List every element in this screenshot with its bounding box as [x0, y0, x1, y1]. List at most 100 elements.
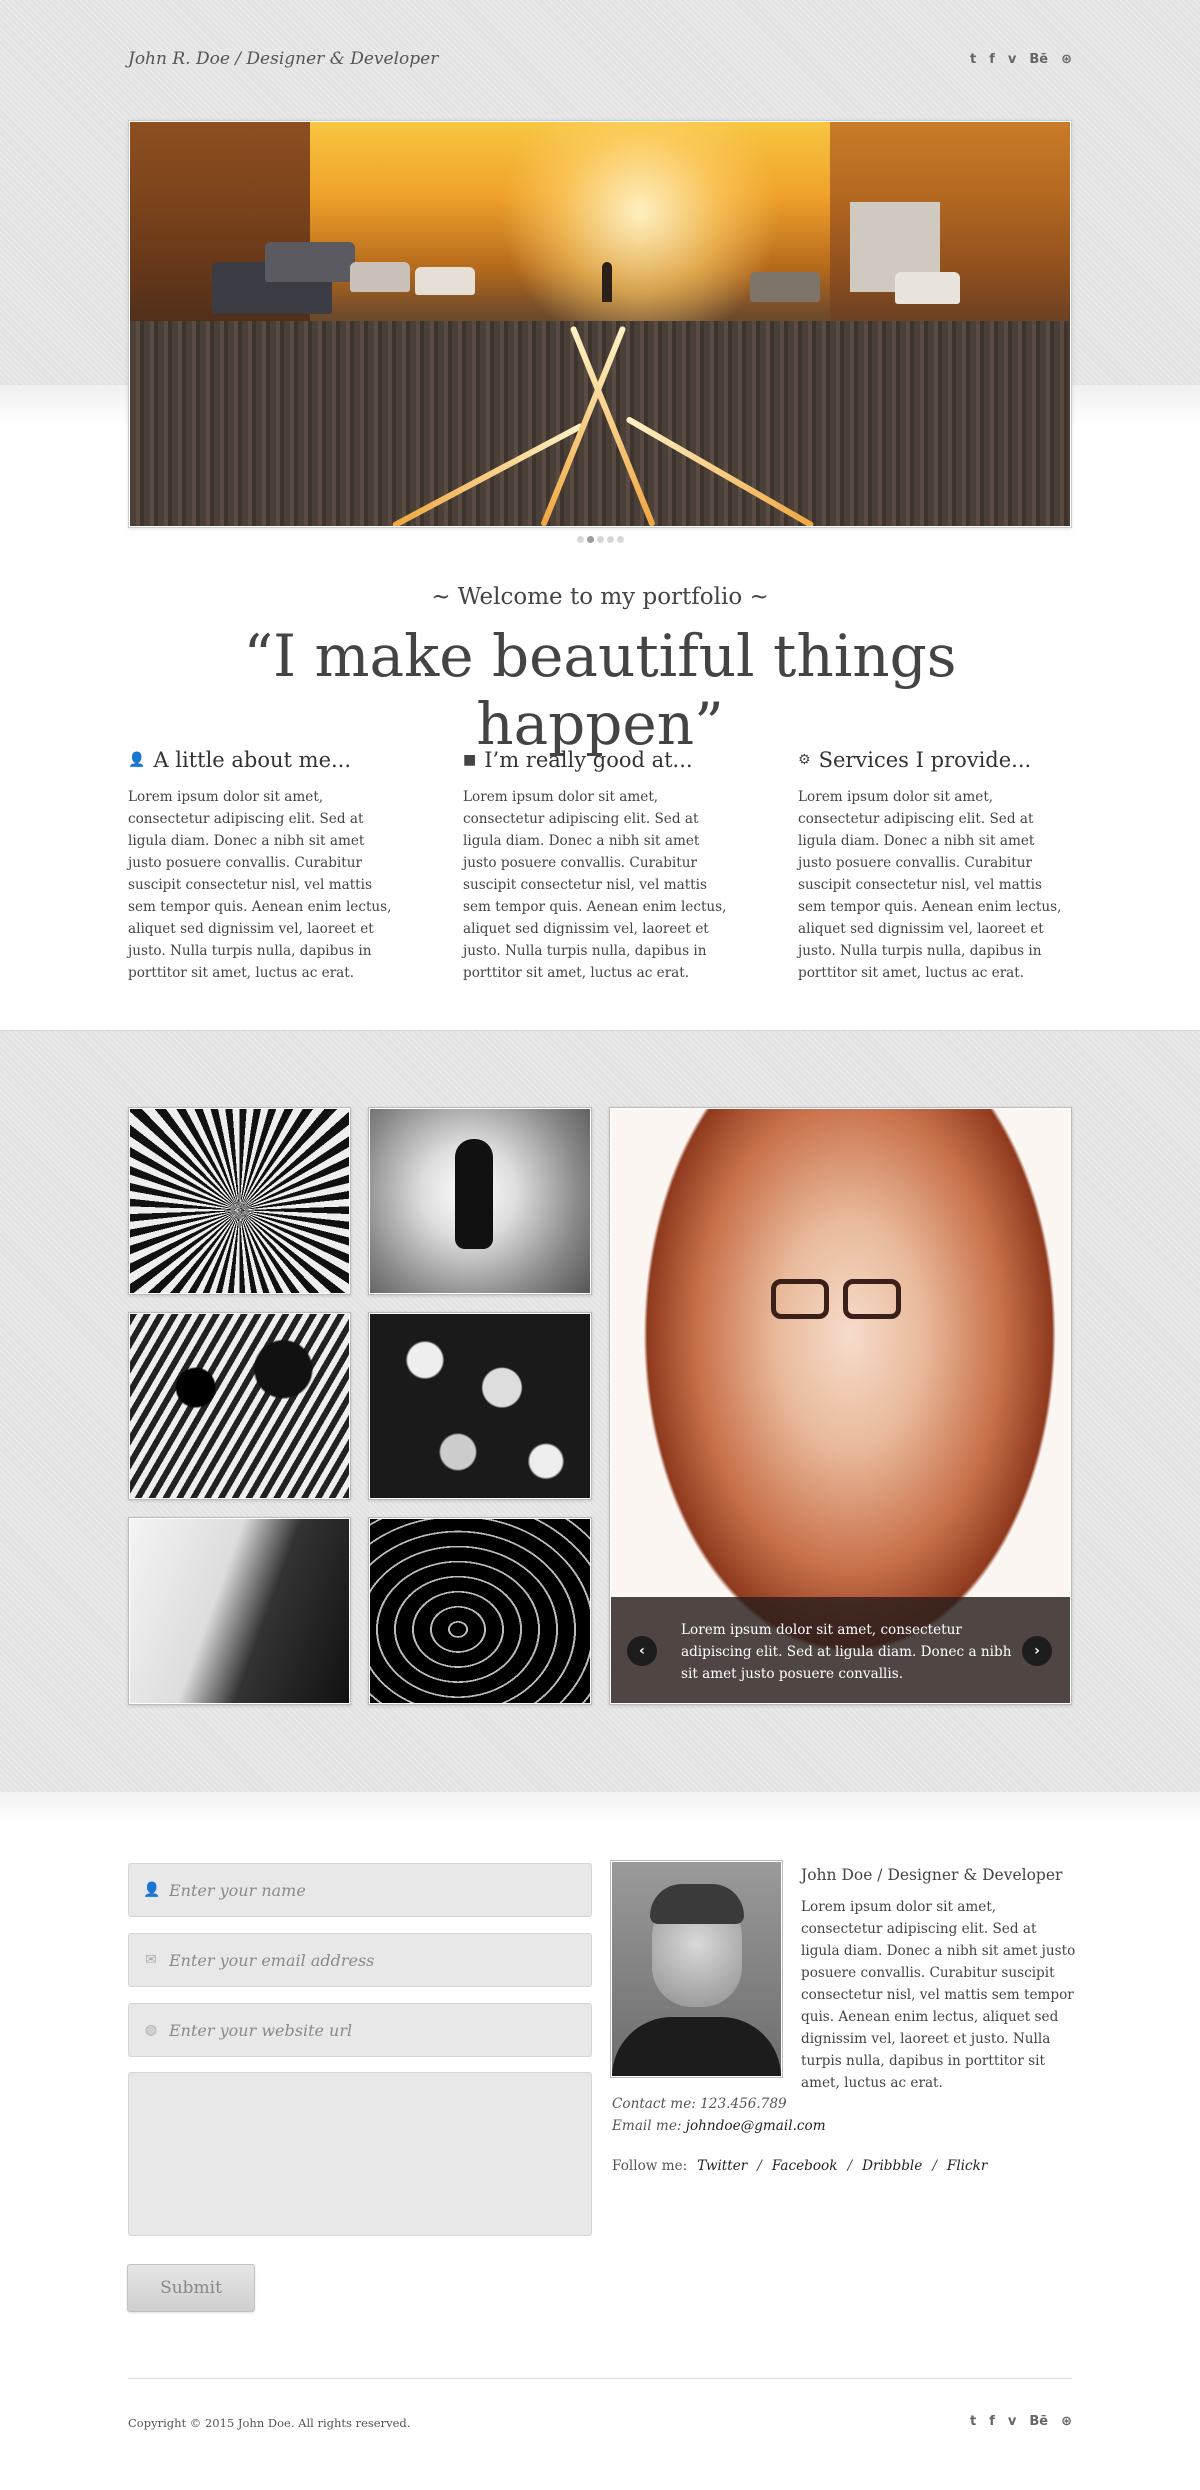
glasses-left — [771, 1279, 829, 1319]
column-text: Lorem ipsum dolor sit amet, consectetur … — [463, 789, 727, 981]
caption-text: Lorem ipsum dolor sit amet, consectetur … — [681, 1622, 1012, 1682]
slider-dot[interactable] — [596, 536, 604, 543]
name-input[interactable] — [169, 1880, 569, 1900]
contact-phone: Contact me: 123.456.789 — [612, 2096, 787, 2112]
column-services: ⚙ Services I provide... Lorem ipsum dolo… — [798, 748, 1071, 984]
thumb-image — [370, 1519, 590, 1703]
hero-car — [415, 267, 475, 295]
footer-social-links: t f v Bē ⊛ — [970, 2414, 1072, 2429]
hero-slider[interactable] — [128, 120, 1072, 528]
avatar-photo — [612, 1862, 781, 2076]
avatar-hair — [650, 1884, 744, 1924]
hero-car — [895, 272, 960, 304]
vimeo-icon[interactable]: v — [1008, 52, 1016, 67]
header-social-links: t f v Bē ⊛ — [970, 52, 1072, 67]
behance-icon[interactable]: Bē — [1029, 2414, 1048, 2429]
comment-icon: ■ — [463, 752, 477, 768]
dribbble-icon[interactable]: ⊛ — [1061, 2414, 1072, 2429]
hero-car — [265, 242, 355, 282]
feature-caption: ‹ Lorem ipsum dolor sit amet, consectetu… — [611, 1597, 1070, 1703]
email-input[interactable] — [169, 1950, 569, 1970]
column-heading: 👤 A little about me... — [128, 748, 401, 772]
contact-email: Email me: johndoe@gmail.com — [612, 2118, 826, 2134]
contact-email-link[interactable]: johndoe@gmail.com — [686, 2118, 826, 2134]
follow-dribbble-link[interactable]: Dribbble — [862, 2158, 922, 2174]
thumb-image — [370, 1109, 590, 1293]
avatar-body — [612, 2017, 781, 2076]
envelope-icon: ✉ — [145, 1952, 157, 1968]
name-field: 👤 — [128, 1863, 592, 1917]
column-title: A little about me... — [153, 748, 352, 772]
website-input[interactable] — [169, 2020, 569, 2040]
silhouette — [455, 1139, 493, 1249]
follow-facebook-link[interactable]: Facebook — [772, 2158, 838, 2174]
user-icon: 👤 — [128, 752, 146, 768]
thumb-image — [130, 1314, 349, 1498]
bio-title: John Doe / Designer & Developer — [801, 1866, 1063, 1884]
column-about: 👤 A little about me... Lorem ipsum dolor… — [128, 748, 401, 984]
twitter-icon[interactable]: t — [970, 2414, 976, 2429]
caption-prev-button[interactable]: ‹ — [627, 1636, 657, 1666]
email-field: ✉ — [128, 1933, 592, 1987]
column-title: Services I provide... — [818, 748, 1032, 772]
gallery-thumb-portrait[interactable] — [128, 1517, 351, 1705]
hero-person — [602, 262, 612, 302]
gallery-thumb-bubbles[interactable] — [368, 1312, 592, 1500]
intro-subtitle: ~ Welcome to my portfolio ~ — [431, 584, 769, 610]
caption-next-button[interactable]: › — [1022, 1636, 1052, 1666]
gallery-thumb-lights[interactable] — [368, 1517, 592, 1705]
glasses-right — [843, 1279, 901, 1319]
submit-button[interactable]: Submit — [127, 2264, 255, 2312]
follow-flickr-link[interactable]: Flickr — [947, 2158, 987, 2174]
message-textarea[interactable] — [128, 2072, 592, 2236]
footer-divider — [128, 2378, 1072, 2379]
user-icon: 👤 — [143, 1882, 161, 1898]
column-title: I’m really good at... — [484, 748, 693, 772]
slider-dot[interactable] — [616, 536, 624, 543]
twitter-icon[interactable]: t — [970, 52, 976, 67]
gallery-section: ‹ Lorem ipsum dolor sit amet, consectetu… — [0, 1030, 1200, 1822]
slider-dot-active[interactable] — [586, 536, 594, 543]
thumb-image — [130, 1519, 349, 1703]
column-text: Lorem ipsum dolor sit amet, consectetur … — [798, 789, 1062, 981]
avatar — [610, 1860, 783, 2078]
facebook-icon[interactable]: f — [989, 52, 995, 67]
feature-image: ‹ Lorem ipsum dolor sit amet, consectetu… — [611, 1109, 1070, 1703]
hero-car — [350, 262, 410, 292]
intro-quote: “I make beautiful things happen” — [243, 622, 957, 758]
contact-email-label: Email me: — [612, 2118, 686, 2134]
hero-tracks — [130, 321, 1070, 526]
vimeo-icon[interactable]: v — [1008, 2414, 1016, 2429]
follow-label: Follow me: — [612, 2158, 688, 2174]
gallery-thumb-jump[interactable] — [368, 1107, 592, 1295]
dribbble-icon[interactable]: ⊛ — [1061, 52, 1072, 67]
hero-car — [750, 272, 820, 302]
column-heading: ⚙ Services I provide... — [798, 748, 1071, 772]
separator: / — [847, 2158, 853, 2174]
column-text: Lorem ipsum dolor sit amet, consectetur … — [128, 789, 392, 981]
column-heading: ■ I’m really good at... — [463, 748, 736, 772]
thumb-image — [370, 1314, 590, 1498]
gallery-thumb-splatter[interactable] — [128, 1312, 351, 1500]
facebook-icon[interactable]: f — [989, 2414, 995, 2429]
separator: / — [932, 2158, 937, 2174]
contact-phone-value: 123.456.789 — [700, 2096, 787, 2112]
gear-icon: ⚙ — [798, 752, 811, 768]
follow-twitter-link[interactable]: Twitter — [697, 2158, 747, 2174]
site-header: John R. Doe / Designer & Developer t f v… — [128, 44, 1072, 74]
gallery-feature[interactable]: ‹ Lorem ipsum dolor sit amet, consectetu… — [609, 1107, 1072, 1705]
copyright: Copyright © 2015 John Doe. All rights re… — [128, 2416, 411, 2430]
contact-phone-label: Contact me: — [612, 2096, 701, 2112]
thumb-image — [130, 1109, 349, 1293]
gallery-thumb-starburst[interactable] — [128, 1107, 351, 1295]
bio-text: Lorem ipsum dolor sit amet, consectetur … — [801, 1899, 1076, 2091]
column-skills: ■ I’m really good at... Lorem ipsum dolo… — [463, 748, 736, 984]
separator: / — [757, 2158, 762, 2174]
website-field: ◍ — [128, 2003, 592, 2057]
site-title[interactable]: John R. Doe / Designer & Developer — [128, 49, 438, 69]
slider-dot[interactable] — [606, 536, 614, 543]
feature-columns: 👤 A little about me... Lorem ipsum dolor… — [128, 748, 1072, 984]
behance-icon[interactable]: Bē — [1029, 52, 1048, 67]
hero-image — [130, 122, 1070, 526]
slider-dot[interactable] — [576, 536, 584, 543]
